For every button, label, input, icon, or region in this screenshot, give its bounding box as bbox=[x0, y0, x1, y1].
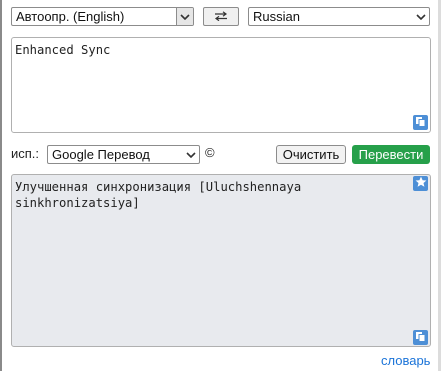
chevron-down-icon bbox=[183, 146, 199, 163]
source-textarea[interactable]: Enhanced Sync bbox=[11, 37, 431, 133]
dictionary-link[interactable]: словарь bbox=[381, 353, 430, 368]
swap-languages-button[interactable] bbox=[203, 7, 239, 26]
target-language-value: Russian bbox=[253, 9, 300, 24]
chevron-down-icon bbox=[413, 8, 429, 25]
copy-source-button[interactable] bbox=[413, 115, 428, 130]
translate-button[interactable]: Перевести bbox=[352, 145, 430, 164]
star-icon bbox=[415, 176, 427, 191]
result-textarea[interactable]: Улучшенная синхронизация [Uluchshennaya … bbox=[11, 174, 431, 347]
engine-label: исп.: bbox=[11, 146, 40, 161]
source-language-select[interactable]: Автоопр. (English) bbox=[11, 7, 194, 26]
favorite-button[interactable] bbox=[413, 176, 428, 191]
copy-icon bbox=[415, 330, 426, 345]
source-language-value: Автоопр. (English) bbox=[16, 9, 125, 24]
copy-icon bbox=[415, 115, 426, 130]
chevron-down-icon bbox=[176, 8, 193, 25]
window-edge-left bbox=[0, 0, 2, 371]
engine-value: Google Перевод bbox=[52, 147, 150, 162]
swap-arrows-icon bbox=[214, 9, 228, 24]
copy-result-button[interactable] bbox=[413, 330, 428, 345]
translation-engine-select[interactable]: Google Перевод bbox=[47, 145, 200, 164]
copyright-link[interactable]: © bbox=[205, 145, 215, 160]
clear-button[interactable]: Очистить bbox=[276, 145, 346, 164]
target-language-select[interactable]: Russian bbox=[248, 7, 430, 26]
